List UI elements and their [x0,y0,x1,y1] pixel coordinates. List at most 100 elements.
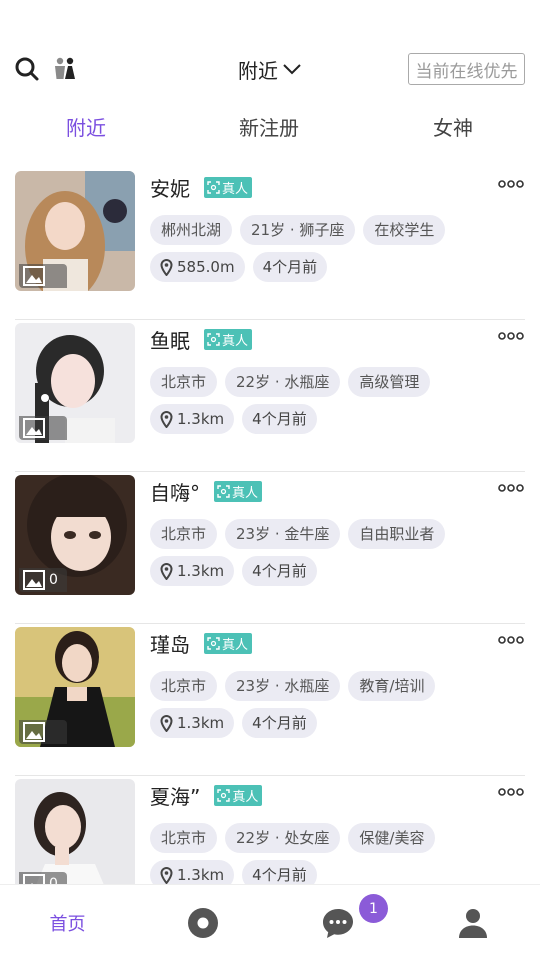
tab-new-register[interactable]: 新注册 [239,110,299,146]
face-scan-icon [207,332,220,346]
distance-tag: 585.0m [150,252,245,282]
photo-icon [23,874,45,884]
verified-badge: 真人 [204,632,253,654]
photo-icon [23,570,45,590]
verified-label: 真人 [232,789,259,805]
chat-icon [322,909,353,938]
age-sign-tag: 23岁 · 金牛座 [225,519,341,549]
city-tag: 北京市 [150,671,218,701]
online-first-button[interactable]: 当前在线优先 [408,53,525,85]
city-tag: 郴州北湖 [150,215,233,245]
user-name: 夏海” [150,784,201,809]
photo-count-badge: 0 [19,872,67,884]
list-item[interactable]: 鱼眠 真人 北京市 22岁 · 水瓶座 高级管理 1.3km 4个月前 [0,320,540,472]
distance-value: 1.3km [177,714,225,732]
city-tag: 北京市 [150,367,218,397]
verified-badge: 真人 [214,480,263,502]
verified-label: 真人 [222,637,249,653]
more-icon[interactable] [498,178,524,190]
user-name: 瑾岛 [150,632,190,657]
user-name: 鱼眠 [150,328,190,353]
tabbar-discover[interactable] [155,885,250,960]
last-active-tag: 4个月前 [242,860,317,884]
user-icon [458,909,487,938]
list-item[interactable]: 安妮 真人 郴州北湖 21岁 · 狮子座 在校学生 585.0m 4个月前 [0,168,540,320]
list-item[interactable]: 0 自嗨° 真人 北京市 23岁 · 金牛座 自由职业者 1.3km 4个月前 [0,472,540,624]
category-tabs: 附近 新注册 女神 [0,110,540,146]
face-scan-icon [207,636,220,650]
photo-count-badge [19,416,67,440]
verified-badge: 真人 [214,784,263,806]
last-active-tag: 4个月前 [242,556,317,586]
distance-tag: 1.3km [150,708,235,738]
location-pin-icon [160,714,173,732]
distance-tag: 1.3km [150,404,235,434]
location-pin-icon [160,258,173,276]
distance-value: 585.0m [177,258,235,276]
distance-tag: 1.3km [150,556,235,586]
distance-tag: 1.3km [150,860,235,884]
top-bar: 附近 当前在线优先 [0,48,540,90]
list-item[interactable]: 0 夏海” 真人 北京市 22岁 · 处女座 保健/美容 1.3km 4个月前 [0,776,540,884]
discover-icon [187,908,218,938]
chevron-down-icon [283,64,301,75]
distance-value: 1.3km [177,562,225,580]
list-item[interactable]: 瑾岛 真人 北京市 23岁 · 水瓶座 教育/培训 1.3km 4个月前 [0,624,540,776]
message-count-badge: 1 [359,894,388,923]
location-pin-icon [160,866,173,884]
occupation-tag: 保健/美容 [348,823,436,853]
photo-icon [23,418,45,438]
verified-label: 真人 [232,485,259,501]
user-name: 自嗨° [150,480,200,505]
tabbar-home[interactable]: 首页 [20,885,115,960]
photo-count: 0 [49,572,58,588]
more-icon[interactable] [498,634,524,646]
avatar[interactable]: 0 [15,475,135,595]
location-label: 附近 [238,58,278,83]
age-sign-tag: 21岁 · 狮子座 [240,215,356,245]
avatar[interactable]: 0 [15,779,135,884]
location-pin-icon [160,562,173,580]
occupation-tag: 高级管理 [348,367,431,397]
tab-goddess[interactable]: 女神 [433,110,473,146]
age-sign-tag: 22岁 · 处女座 [225,823,341,853]
photo-icon [23,722,45,742]
verified-label: 真人 [222,181,249,197]
user-list: 安妮 真人 郴州北湖 21岁 · 狮子座 在校学生 585.0m 4个月前 鱼眠… [0,168,540,884]
photo-count-badge [19,720,67,744]
age-sign-tag: 23岁 · 水瓶座 [225,671,341,701]
location-dropdown[interactable]: 附近 [238,56,302,83]
verified-badge: 真人 [204,328,253,350]
user-name: 安妮 [150,176,190,201]
distance-value: 1.3km [177,866,225,884]
face-scan-icon [217,788,231,802]
occupation-tag: 在校学生 [363,215,446,245]
city-tag: 北京市 [150,823,218,853]
avatar[interactable] [15,323,135,443]
location-pin-icon [160,410,173,428]
photo-icon [23,266,45,286]
avatar[interactable] [15,171,135,291]
last-active-tag: 4个月前 [252,252,328,282]
face-scan-icon [217,484,230,498]
distance-value: 1.3km [177,410,225,428]
search-icon[interactable] [14,56,40,82]
age-sign-tag: 22岁 · 水瓶座 [225,367,341,397]
occupation-tag: 自由职业者 [348,519,446,549]
avatar[interactable] [15,627,135,747]
verified-badge: 真人 [204,176,253,198]
verified-label: 真人 [222,333,249,349]
photo-count-badge [19,264,67,288]
more-icon[interactable] [498,482,524,494]
face-scan-icon [207,180,220,194]
last-active-tag: 4个月前 [242,404,317,434]
last-active-tag: 4个月前 [242,708,317,738]
gender-filter-icon[interactable] [52,56,78,82]
photo-count-badge: 0 [19,568,67,592]
tab-nearby[interactable]: 附近 [66,110,106,146]
more-icon[interactable] [498,330,524,342]
tabbar-profile[interactable] [425,885,520,960]
bottom-tab-bar: 首页 [0,884,540,960]
city-tag: 北京市 [150,519,218,549]
more-icon[interactable] [498,786,524,798]
